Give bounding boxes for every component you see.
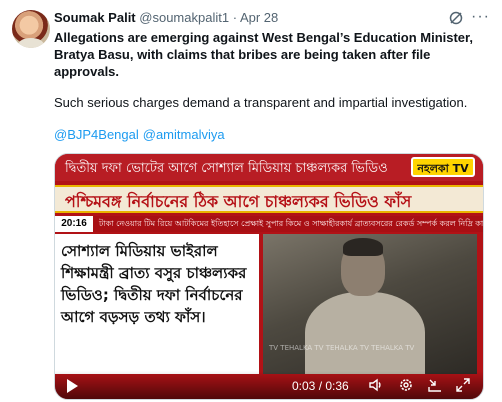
tweet-header: Soumak Palit @soumakpalit1 · Apr 28 — [54, 10, 492, 28]
headline-text: পশ্চিমবঙ্গ নির্বাচনের ঠিক আগে চাঞ্চল্যকর… — [65, 192, 412, 211]
ticker-text: টাকা নেওয়ার টিম রিয়ে আটকিমের ইতিহাসে প… — [99, 219, 484, 228]
ticker-time: 20:16 — [55, 216, 93, 232]
caption-text: সোশ্যাল মিডিয়ায় ভাইরাল শিক্ষামন্ত্রী ব… — [61, 242, 247, 326]
grok-icon[interactable] — [448, 10, 464, 26]
author-handle[interactable]: @soumakpalit1 — [139, 10, 229, 25]
mention-amitmalviya[interactable]: @amitmalviya — [143, 127, 225, 142]
channel-logo: নহলকা TV — [411, 157, 475, 177]
avatar[interactable] — [12, 10, 50, 48]
time-display: 0:03 / 0:36 — [292, 379, 349, 393]
person-hair — [343, 238, 383, 256]
author-name[interactable]: Soumak Palit — [54, 10, 136, 25]
minimize-icon[interactable] — [427, 377, 443, 393]
more-icon[interactable]: ··· — [471, 8, 490, 26]
logo-text: নহলকা TV — [417, 162, 469, 175]
video-player[interactable]: দ্বিতীয় দফা ভোটের আগে সোশ্যাল মিডিয়ায়… — [54, 153, 484, 400]
top-banner: দ্বিতীয় দফা ভোটের আগে সোশ্যাল মিডিয়ায়… — [55, 154, 483, 181]
settings-icon[interactable] — [398, 377, 414, 393]
video-frame: TV TEHALKA TV TEHALKA TV TEHALKA TV — [263, 234, 477, 374]
ticker-bar: 20:16 টাকা নেওয়ার টিম রিয়ে আটকিমের ইতি… — [55, 216, 483, 232]
person-torso — [305, 292, 425, 374]
fullscreen-icon[interactable] — [455, 377, 471, 393]
mentions: @BJP4Bengal @amitmalviya — [54, 127, 229, 142]
volume-icon[interactable] — [368, 377, 384, 393]
video-controls: 0:03 / 0:36 — [55, 371, 483, 399]
separator-dot: · — [232, 10, 238, 25]
caption-panel: সোশ্যাল মিডিয়ায় ভাইরাল শিক্ষামন্ত্রী ব… — [55, 234, 259, 374]
watermark: TV TEHALKA TV TEHALKA TV TEHALKA TV — [269, 344, 415, 352]
tweet-date[interactable]: Apr 28 — [240, 10, 278, 25]
tweet-text-bold: Allegations are emerging against West Be… — [54, 30, 473, 79]
avatar-shirt — [18, 38, 44, 48]
mention-bjp4bengal[interactable]: @BJP4Bengal — [54, 127, 139, 142]
tweet-text: Such serious charges demand a transparen… — [54, 95, 468, 110]
top-banner-text: দ্বিতীয় দফা ভোটের আগে সোশ্যাল মিডিয়ায়… — [65, 161, 388, 176]
headline-bar: পশ্চিমবঙ্গ নির্বাচনের ঠিক আগে চাঞ্চল্যকর… — [55, 185, 483, 213]
play-icon[interactable] — [67, 379, 78, 393]
